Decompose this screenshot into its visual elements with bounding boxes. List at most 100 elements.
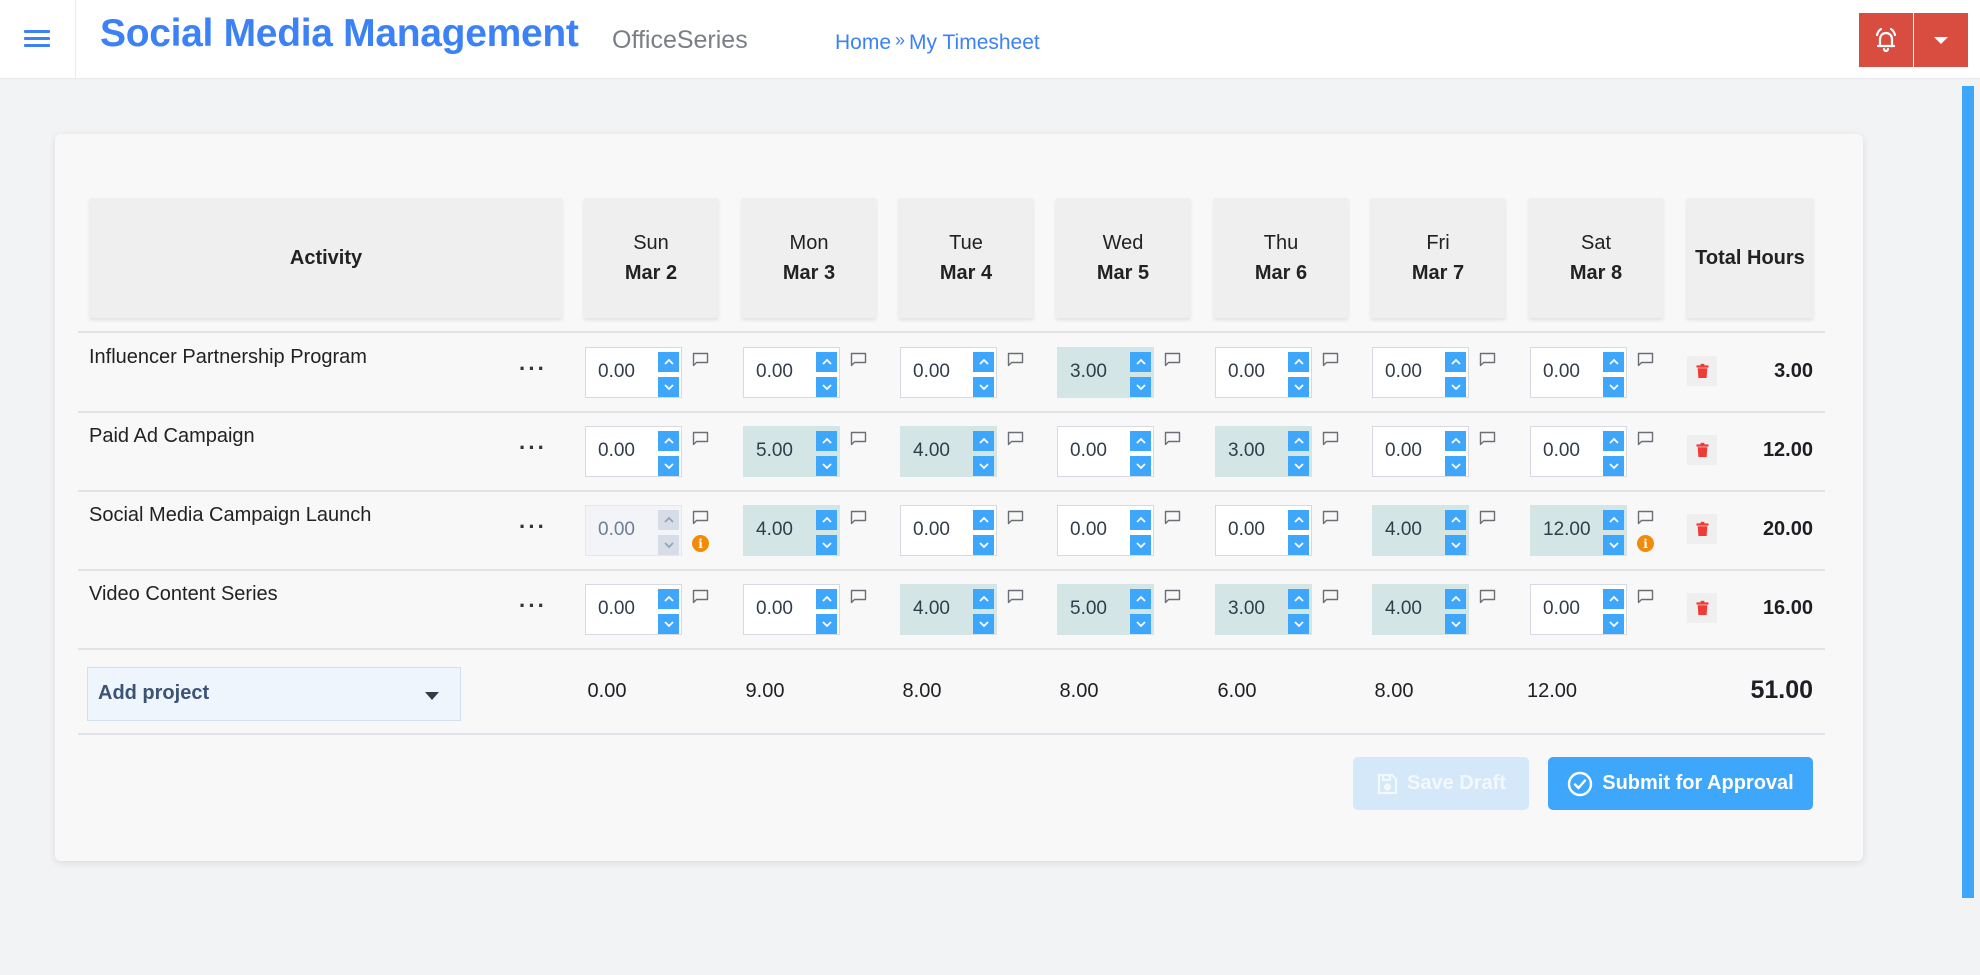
decrement-chevron-down-icon[interactable] (816, 456, 837, 476)
hours-input[interactable]: 0.00 (900, 505, 997, 556)
comment-icon[interactable] (1637, 589, 1654, 604)
hours-input[interactable]: 4.00 (1372, 584, 1469, 635)
warning-info-icon[interactable]: i (692, 535, 709, 552)
decrement-chevron-down-icon[interactable] (816, 614, 837, 634)
hours-input[interactable]: 4.00 (1372, 505, 1469, 556)
decrement-chevron-down-icon[interactable] (1603, 614, 1624, 634)
save-draft-button[interactable]: Save Draft (1353, 757, 1529, 810)
page-scrollbar[interactable] (1962, 86, 1974, 898)
increment-chevron-up-icon[interactable] (1445, 589, 1466, 609)
increment-chevron-up-icon[interactable] (1130, 431, 1151, 451)
increment-chevron-up-icon[interactable] (1130, 352, 1151, 372)
increment-chevron-up-icon[interactable] (1445, 431, 1466, 451)
more-options-button[interactable]: ··· (519, 595, 549, 621)
add-project-dropdown[interactable]: Add project (87, 667, 461, 721)
warning-info-icon[interactable]: i (1637, 535, 1654, 552)
decrement-chevron-down-icon[interactable] (1445, 456, 1466, 476)
hours-input[interactable]: 0.00 (1372, 426, 1469, 477)
hours-input[interactable]: 0.00 (743, 584, 840, 635)
comment-icon[interactable] (1007, 510, 1024, 525)
decrement-chevron-down-icon[interactable] (1445, 535, 1466, 555)
decrement-chevron-down-icon[interactable] (973, 614, 994, 634)
alerts-dropdown-toggle[interactable] (1914, 13, 1968, 67)
decrement-chevron-down-icon[interactable] (1445, 377, 1466, 397)
more-options-button[interactable]: ··· (519, 437, 549, 463)
decrement-chevron-down-icon[interactable] (973, 456, 994, 476)
increment-chevron-up-icon[interactable] (1445, 352, 1466, 372)
decrement-chevron-down-icon[interactable] (658, 377, 679, 397)
comment-icon[interactable] (1479, 510, 1496, 525)
comment-icon[interactable] (1164, 510, 1181, 525)
decrement-chevron-down-icon[interactable] (1288, 614, 1309, 634)
increment-chevron-up-icon[interactable] (973, 589, 994, 609)
hours-input[interactable]: 4.00 (900, 584, 997, 635)
comment-icon[interactable] (850, 510, 867, 525)
hours-input[interactable]: 0.00 (1372, 347, 1469, 398)
hours-input[interactable]: 5.00 (743, 426, 840, 477)
hours-input[interactable]: 0.00 (1057, 505, 1154, 556)
increment-chevron-up-icon[interactable] (1603, 352, 1624, 372)
submit-for-approval-button[interactable]: Submit for Approval (1548, 757, 1813, 810)
hours-input[interactable]: 3.00 (1215, 426, 1312, 477)
breadcrumb-home[interactable]: Home (835, 31, 891, 54)
breadcrumb-my-timesheet[interactable]: My Timesheet (909, 31, 1040, 54)
hours-input[interactable]: 0.00 (1215, 505, 1312, 556)
hours-input[interactable]: 3.00 (1215, 584, 1312, 635)
comment-icon[interactable] (1479, 589, 1496, 604)
increment-chevron-up-icon[interactable] (1130, 510, 1151, 530)
decrement-chevron-down-icon[interactable] (1288, 456, 1309, 476)
comment-icon[interactable] (1007, 431, 1024, 446)
decrement-chevron-down-icon[interactable] (816, 535, 837, 555)
alerts-button[interactable] (1859, 13, 1913, 67)
decrement-chevron-down-icon[interactable] (1130, 456, 1151, 476)
decrement-chevron-down-icon[interactable] (973, 535, 994, 555)
hours-input[interactable]: 0.00 (1530, 426, 1627, 477)
increment-chevron-up-icon[interactable] (973, 352, 994, 372)
comment-icon[interactable] (1637, 510, 1654, 525)
increment-chevron-up-icon[interactable] (1130, 589, 1151, 609)
increment-chevron-up-icon[interactable] (1603, 510, 1624, 530)
hours-input[interactable]: 0.00 (1530, 347, 1627, 398)
increment-chevron-up-icon[interactable] (1288, 352, 1309, 372)
comment-icon[interactable] (692, 352, 709, 367)
increment-chevron-up-icon[interactable] (1603, 589, 1624, 609)
hours-input[interactable]: 4.00 (900, 426, 997, 477)
comment-icon[interactable] (1479, 431, 1496, 446)
decrement-chevron-down-icon[interactable] (1130, 614, 1151, 634)
decrement-chevron-down-icon[interactable] (1603, 535, 1624, 555)
increment-chevron-up-icon[interactable] (816, 510, 837, 530)
decrement-chevron-down-icon[interactable] (1288, 535, 1309, 555)
decrement-chevron-down-icon[interactable] (1603, 377, 1624, 397)
decrement-chevron-down-icon[interactable] (816, 377, 837, 397)
comment-icon[interactable] (1007, 352, 1024, 367)
increment-chevron-up-icon[interactable] (1603, 431, 1624, 451)
hours-input[interactable]: 3.00 (1057, 347, 1154, 398)
increment-chevron-up-icon[interactable] (816, 352, 837, 372)
decrement-chevron-down-icon[interactable] (658, 456, 679, 476)
comment-icon[interactable] (850, 589, 867, 604)
comment-icon[interactable] (1322, 589, 1339, 604)
decrement-chevron-down-icon[interactable] (658, 614, 679, 634)
comment-icon[interactable] (1164, 589, 1181, 604)
comment-icon[interactable] (1164, 431, 1181, 446)
hours-input[interactable]: 0.00 (743, 347, 840, 398)
comment-icon[interactable] (1637, 352, 1654, 367)
increment-chevron-up-icon[interactable] (816, 431, 837, 451)
comment-icon[interactable] (692, 589, 709, 604)
decrement-chevron-down-icon[interactable] (973, 377, 994, 397)
hours-input[interactable]: 0.00 (1530, 584, 1627, 635)
comment-icon[interactable] (1322, 431, 1339, 446)
decrement-chevron-down-icon[interactable] (1130, 535, 1151, 555)
decrement-chevron-down-icon[interactable] (1603, 456, 1624, 476)
hours-input[interactable]: 0.00 (585, 347, 682, 398)
more-options-button[interactable]: ··· (519, 516, 549, 542)
hamburger-icon[interactable] (22, 27, 52, 51)
hours-input[interactable]: 0.00 (1057, 426, 1154, 477)
more-options-button[interactable]: ··· (519, 358, 549, 384)
comment-icon[interactable] (1322, 510, 1339, 525)
comment-icon[interactable] (1479, 352, 1496, 367)
increment-chevron-up-icon[interactable] (1288, 431, 1309, 451)
hours-input[interactable]: 5.00 (1057, 584, 1154, 635)
comment-icon[interactable] (1322, 352, 1339, 367)
increment-chevron-up-icon[interactable] (973, 431, 994, 451)
